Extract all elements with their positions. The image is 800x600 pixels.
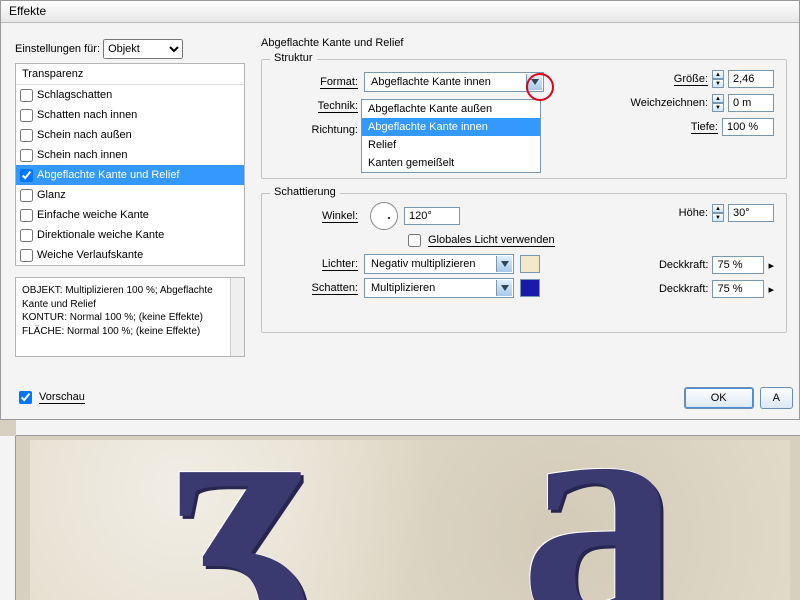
- effect-label: Direktionale weiche Kante: [37, 229, 164, 241]
- dropdown-item[interactable]: Kanten gemeißelt: [362, 154, 540, 172]
- dropdown-item[interactable]: Abgeflachte Kante innen: [362, 118, 540, 136]
- window-title: Effekte: [9, 4, 46, 18]
- panel-title: Abgeflachte Kante und Relief: [261, 37, 404, 49]
- effects-dialog: Effekte Einstellungen für: Objekt Transp…: [0, 0, 800, 420]
- scrollbar[interactable]: [230, 278, 244, 356]
- winkel-input[interactable]: 120°: [404, 207, 460, 225]
- cancel-button[interactable]: A: [760, 387, 793, 409]
- angle-dial[interactable]: [370, 202, 398, 230]
- format-combo[interactable]: Abgeflachte Kante innen: [364, 72, 544, 92]
- spinner[interactable]: ▲▼: [712, 204, 724, 222]
- effect-label: Schlagschatten: [37, 89, 112, 101]
- dialog-buttons: OK A: [684, 387, 793, 409]
- winkel-label: Winkel:: [322, 210, 358, 223]
- effect-checkbox[interactable]: [20, 149, 33, 162]
- effect-checkbox[interactable]: [20, 129, 33, 142]
- effect-checkbox[interactable]: [20, 249, 33, 262]
- schattierung-legend: Schattierung: [270, 186, 340, 198]
- dropdown-item[interactable]: Relief: [362, 136, 540, 154]
- summary-line: FLÄCHE: Normal 100 %; (keine Effekte): [22, 325, 238, 339]
- effects-list-header[interactable]: Transparenz: [16, 64, 244, 85]
- preview-row: Vorschau: [15, 388, 85, 407]
- deckkraft1-input[interactable]: 75 %: [712, 256, 764, 274]
- chevron-down-icon[interactable]: [496, 280, 512, 296]
- dropdown-item[interactable]: Abgeflachte Kante außen: [362, 100, 540, 118]
- effect-label: Schatten nach innen: [37, 109, 137, 121]
- effect-label: Abgeflachte Kante und Relief: [37, 169, 180, 181]
- chevron-down-icon[interactable]: [496, 256, 512, 272]
- global-light-label: Globales Licht verwenden: [428, 234, 555, 247]
- horizontal-ruler: [16, 420, 800, 436]
- tiefe-label: Tiefe:: [691, 121, 718, 134]
- list-item[interactable]: Abgeflachte Kante und Relief: [16, 165, 244, 185]
- hoehe-input[interactable]: 30°: [728, 204, 774, 222]
- settings-for-select[interactable]: Objekt: [103, 39, 183, 59]
- hoehe-label: Höhe:: [679, 207, 708, 219]
- chevron-right-icon[interactable]: ▸: [768, 259, 774, 272]
- effect-checkbox[interactable]: [20, 109, 33, 122]
- list-item[interactable]: Schlagschatten: [16, 85, 244, 105]
- ok-button[interactable]: OK: [684, 387, 754, 409]
- richtung-label: Richtung:: [312, 124, 358, 136]
- titlebar: Effekte: [1, 1, 799, 23]
- schatten-combo[interactable]: Multiplizieren: [364, 278, 514, 298]
- preview-checkbox[interactable]: [19, 391, 32, 404]
- effect-label: Schein nach innen: [37, 149, 128, 161]
- effect-checkbox[interactable]: [20, 89, 33, 102]
- groesse-label: Größe:: [674, 73, 708, 86]
- effect-checkbox[interactable]: [20, 169, 33, 182]
- deckkraft-label: Deckkraft:: [659, 259, 709, 271]
- effect-label: Weiche Verlaufskante: [37, 249, 143, 261]
- vertical-ruler: [0, 436, 16, 600]
- effects-list: Transparenz Schlagschatten Schatten nach…: [15, 63, 245, 266]
- schatten-label: Schatten:: [312, 282, 358, 295]
- deckkraft2-input[interactable]: 75 %: [712, 280, 764, 298]
- artwork-preview: ʒ a: [30, 440, 790, 600]
- object-summary-box: OBJEKT: Multiplizieren 100 %; Abgeflacht…: [15, 277, 245, 357]
- effect-label: Einfache weiche Kante: [37, 209, 149, 221]
- format-dropdown[interactable]: Abgeflachte Kante außen Abgeflachte Kant…: [361, 99, 541, 173]
- schattierung-fieldset: Schattierung Winkel: 120° Höhe: ▲▼ 30° G…: [261, 193, 787, 333]
- struktur-legend: Struktur: [270, 52, 317, 64]
- effect-checkbox[interactable]: [20, 229, 33, 242]
- document-canvas[interactable]: ʒ a: [0, 420, 800, 600]
- weichzeichnen-label: Weichzeichnen:: [631, 97, 708, 109]
- deckkraft-label: Deckkraft:: [659, 283, 709, 295]
- settings-for-label: Einstellungen für:: [15, 43, 100, 55]
- glyph-shape: ʒ: [170, 420, 317, 600]
- technik-label: Technik:: [318, 100, 358, 113]
- list-item[interactable]: Weiche Verlaufskante: [16, 245, 244, 265]
- global-light-checkbox[interactable]: [408, 234, 421, 247]
- format-value: Abgeflachte Kante innen: [371, 76, 491, 88]
- schatten-swatch[interactable]: [520, 279, 540, 297]
- effect-label: Glanz: [37, 189, 66, 201]
- list-item[interactable]: Schatten nach innen: [16, 105, 244, 125]
- weichzeichnen-input[interactable]: 0 m: [728, 94, 774, 112]
- list-item[interactable]: Einfache weiche Kante: [16, 205, 244, 225]
- lichter-swatch[interactable]: [520, 255, 540, 273]
- effect-checkbox[interactable]: [20, 189, 33, 202]
- spinner[interactable]: ▲▼: [712, 94, 724, 112]
- list-item[interactable]: Schein nach außen: [16, 125, 244, 145]
- summary-line: KONTUR: Normal 100 %; (keine Effekte): [22, 311, 238, 325]
- groesse-input[interactable]: 2,46: [728, 70, 774, 88]
- tiefe-input[interactable]: 100 %: [722, 118, 774, 136]
- summary-line: OBJEKT: Multiplizieren 100 %; Abgeflacht…: [22, 284, 238, 311]
- preview-label: Vorschau: [39, 391, 85, 404]
- lichter-label: Lichter:: [322, 258, 358, 271]
- format-label: Format:: [320, 76, 358, 89]
- spinner[interactable]: ▲▼: [712, 70, 724, 88]
- lichter-combo[interactable]: Negativ multiplizieren: [364, 254, 514, 274]
- chevron-right-icon[interactable]: ▸: [768, 283, 774, 296]
- glyph-shape: a: [520, 420, 680, 600]
- list-item[interactable]: Schein nach innen: [16, 145, 244, 165]
- effect-label: Schein nach außen: [37, 129, 132, 141]
- chevron-down-icon[interactable]: [526, 74, 542, 90]
- list-item[interactable]: Glanz: [16, 185, 244, 205]
- list-item[interactable]: Direktionale weiche Kante: [16, 225, 244, 245]
- effect-checkbox[interactable]: [20, 209, 33, 222]
